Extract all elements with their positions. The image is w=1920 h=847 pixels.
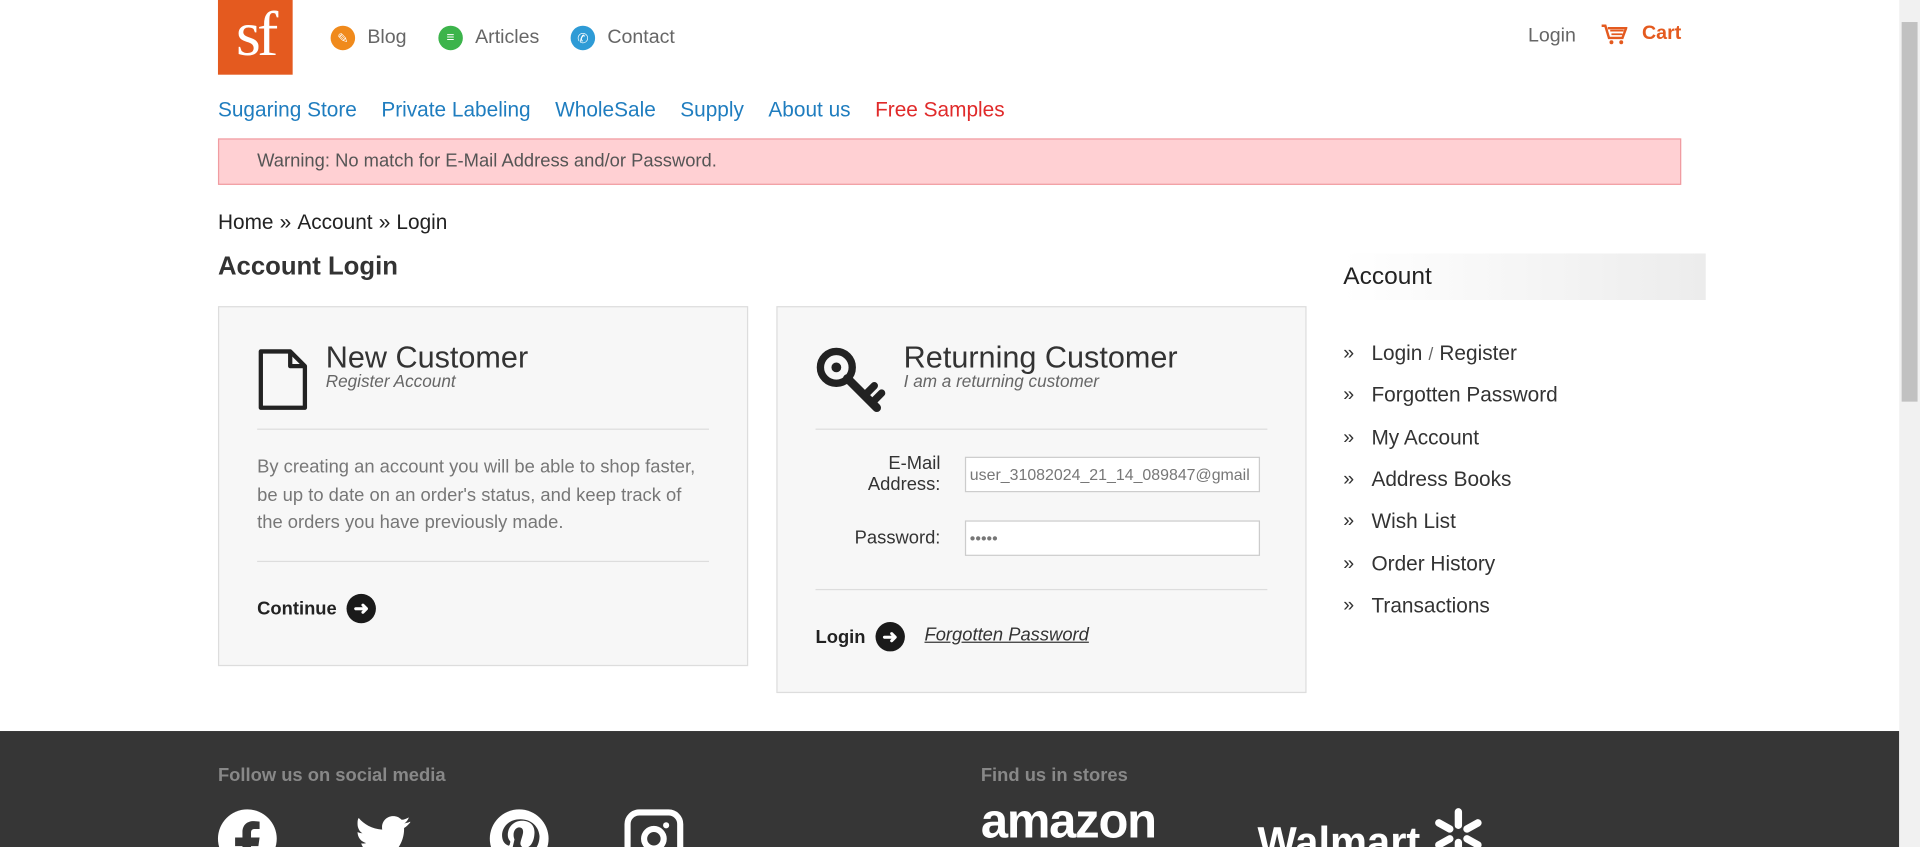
divider [815,588,1268,591]
email-label: E-Mail Address: [867,453,941,495]
breadcrumb-separator: » [279,210,292,234]
nav-item-supply[interactable]: Supply [680,98,744,122]
sidebar-item-login-register: » Login / Register [1343,333,1705,375]
arrow-right-icon: ➜ [875,622,905,652]
nav-item-sugaring-store[interactable]: Sugaring Store [218,98,357,122]
key-icon [816,347,886,413]
sidebar-item-forgotten-password[interactable]: » Forgotten Password [1343,375,1705,417]
returning-customer-panel: Returning Customer I am a returning cust… [776,306,1307,694]
main-nav: Sugaring Store Private Labeling WholeSal… [218,98,1029,122]
double-chevron-right-icon: » [1343,343,1355,364]
nav-item-free-samples[interactable]: Free Samples [875,98,1005,122]
nav-item-about-us[interactable]: About us [768,98,850,122]
header-login-link[interactable]: Login [1528,26,1576,48]
site-logo[interactable]: sf [217,0,293,75]
breadcrumb: Home » Account » Login [218,211,447,235]
breadcrumb-account[interactable]: Account [297,211,372,235]
sidebar-item-my-account[interactable]: » My Account [1343,417,1705,459]
forgotten-password-link[interactable]: Forgotten Password [924,624,1088,645]
breadcrumb-home[interactable]: Home [218,211,274,235]
double-chevron-right-icon: » [1343,595,1355,616]
new-customer-description: By creating an account you will be able … [257,456,696,533]
nav-item-private-labeling[interactable]: Private Labeling [381,98,530,122]
account-sidebar: Account » Login / Register » Forgotten P… [1343,253,1706,627]
twitter-icon[interactable] [354,809,413,847]
double-chevron-right-icon: » [1343,553,1355,574]
sidebar-link-login[interactable]: Login [1371,342,1422,366]
sidebar-title: Account [1343,253,1706,301]
divider [257,428,709,430]
sidebar-link-register[interactable]: Register [1439,342,1517,366]
walmart-spark-icon [1435,808,1483,847]
double-chevron-right-icon: » [1343,511,1355,532]
email-row: E-Mail Address: [816,453,1261,495]
breadcrumb-login[interactable]: Login [396,211,447,235]
nav-item-wholesale[interactable]: WholeSale [555,98,656,122]
pencil-icon: ✎ [330,25,356,51]
page-title: Account Login [217,252,398,281]
facebook-icon[interactable] [217,809,277,847]
top-link-blog[interactable]: ✎ Blog [330,23,407,52]
breadcrumb-separator: » [378,210,391,234]
top-bar: sf ✎ Blog ≡ Articles ✆ Contact Login Car… [217,0,1681,76]
walmart-logo[interactable]: Walmart [1258,807,1486,847]
social-heading: Follow us on social media [217,765,446,787]
double-chevron-right-icon: » [1343,427,1355,448]
cart-icon [1601,24,1628,45]
top-link-contact[interactable]: ✆ Contact [570,23,675,52]
login-button[interactable]: Login ➜ [816,622,905,652]
sidebar-list: » Login / Register » Forgotten Password … [1343,333,1705,627]
document-icon: ≡ [438,25,463,51]
double-chevron-right-icon: » [1343,469,1355,490]
footer: Follow us on social media Find us in sto… [0,731,1900,847]
email-field[interactable] [964,456,1261,492]
double-chevron-right-icon: » [1343,385,1355,406]
sidebar-item-transactions[interactable]: » Transactions [1343,585,1705,627]
warning-alert: Warning: No match for E-Mail Address and… [217,138,1682,185]
continue-button[interactable]: Continue ➜ [257,593,376,624]
new-customer-panel: New Customer Register Account By creatin… [217,306,749,667]
file-icon [258,349,308,410]
top-link-articles[interactable]: ≡ Articles [438,23,539,52]
password-field[interactable] [964,520,1261,556]
pinterest-icon[interactable] [489,809,549,847]
vertical-scrollbar[interactable] [1899,0,1920,847]
stores-heading: Find us in stores [980,765,1128,787]
returning-customer-header: Returning Customer I am a returning cust… [816,339,1178,415]
sidebar-slash: / [1428,344,1434,364]
sidebar-item-address-books[interactable]: » Address Books [1343,459,1705,501]
cart-link[interactable]: Cart [1600,23,1681,45]
sidebar-item-order-history[interactable]: » Order History [1343,543,1705,585]
amazon-logo[interactable]: amazon [981,795,1157,847]
instagram-icon[interactable] [624,809,684,847]
divider [815,428,1268,430]
sidebar-item-wish-list[interactable]: » Wish List [1343,501,1705,543]
password-row: Password: [816,520,1261,556]
phone-icon: ✆ [570,25,596,51]
arrow-right-icon: ➜ [346,593,376,624]
new-customer-header: New Customer Register Account [257,339,528,410]
scrollbar-thumb[interactable] [1901,22,1918,402]
password-label: Password: [854,527,941,549]
divider [257,560,709,563]
